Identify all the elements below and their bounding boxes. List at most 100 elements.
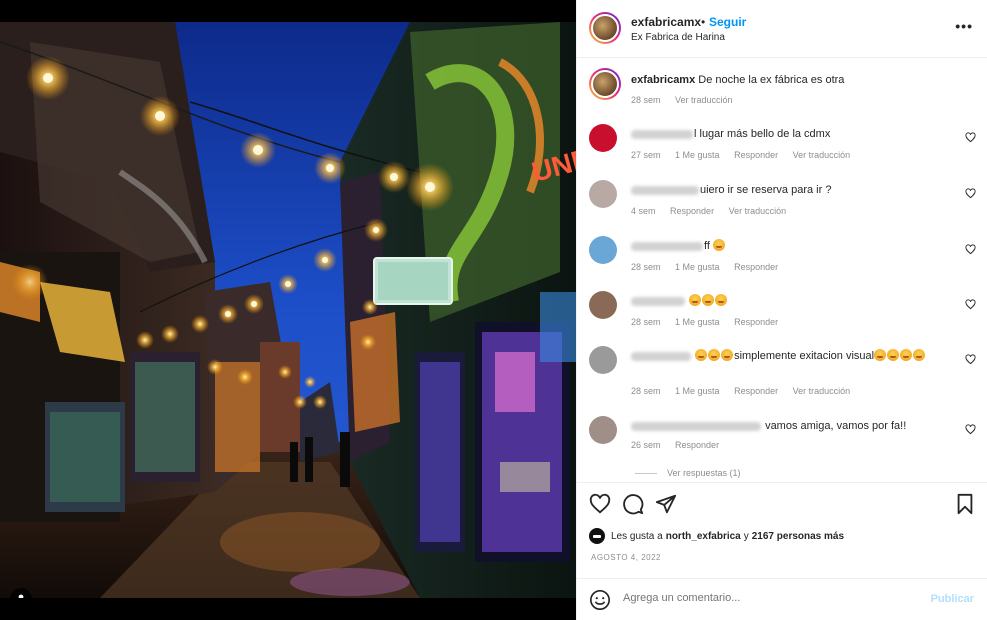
blurred-username[interactable] bbox=[631, 296, 685, 306]
caption-time: 28 sem bbox=[631, 95, 661, 105]
comment-reply-link[interactable]: Responder bbox=[734, 262, 778, 272]
follow-button[interactable]: Seguir bbox=[709, 15, 746, 29]
blurred-username[interactable] bbox=[631, 351, 691, 361]
comment-time: 28 sem bbox=[631, 317, 661, 327]
comment-meta: 28 sem 1 Me gusta Responder bbox=[631, 262, 790, 272]
post-photo[interactable]: UNEO bbox=[0, 22, 576, 598]
comment-text: ff bbox=[631, 239, 941, 254]
comment-text: uiero ir se reserva para ir ? bbox=[631, 183, 941, 198]
comment-time: 26 sem bbox=[631, 440, 661, 450]
commenter-avatar[interactable] bbox=[589, 236, 617, 264]
comment-body: simplemente exitacion visual bbox=[734, 350, 875, 362]
comment-meta: 26 sem Responder bbox=[631, 440, 731, 450]
comment-text: vamos amiga, vamos por fa!! bbox=[631, 419, 941, 434]
emoji-icon bbox=[887, 349, 900, 361]
emoji-icon bbox=[702, 294, 715, 306]
comment-reply-link[interactable]: Responder bbox=[734, 150, 778, 160]
author-avatar[interactable] bbox=[589, 12, 621, 44]
likes-others-link[interactable]: 2167 personas más bbox=[752, 531, 844, 542]
emoji-icon bbox=[712, 239, 725, 251]
comment-translate-link[interactable]: Ver traducción bbox=[729, 206, 787, 216]
comment-time: 27 sem bbox=[631, 150, 661, 160]
comments-list[interactable]: exfabricamx De noche la ex fábrica es ot… bbox=[577, 58, 987, 482]
instagram-post-modal: UNEO exfabricamx • Seguir Ex Fabrica de … bbox=[0, 0, 987, 620]
author-username[interactable]: exfabricamx bbox=[631, 15, 701, 29]
comment-body: vamos amiga, vamos por fa!! bbox=[765, 420, 907, 432]
post-date: AGOSTO 4, 2022 bbox=[591, 553, 661, 562]
comment-likes-link[interactable]: 1 Me gusta bbox=[675, 317, 720, 327]
emoji-icon bbox=[874, 349, 887, 361]
heart-icon[interactable] bbox=[589, 493, 611, 515]
comment-body: uiero ir se reserva para ir ? bbox=[700, 184, 832, 196]
emoji-icon bbox=[708, 349, 721, 361]
comment-translate-link[interactable]: Ver traducción bbox=[793, 386, 851, 396]
add-comment-bar: Publicar bbox=[577, 578, 987, 620]
caption-meta: 28 sem Ver traducción bbox=[631, 95, 745, 105]
comment-likes-link[interactable]: 1 Me gusta bbox=[675, 386, 720, 396]
caption-avatar[interactable] bbox=[589, 68, 621, 100]
comment-heart-icon[interactable] bbox=[965, 299, 976, 310]
caption-username[interactable]: exfabricamx bbox=[631, 74, 695, 86]
comment-time: 28 sem bbox=[631, 386, 661, 396]
emoji-icon bbox=[715, 294, 728, 306]
view-replies-link[interactable]: Ver respuestas (1) bbox=[635, 468, 741, 478]
comment-heart-icon[interactable] bbox=[965, 354, 976, 365]
blurred-username[interactable] bbox=[631, 241, 703, 251]
liker-username[interactable]: north_exfabrica bbox=[666, 531, 741, 542]
comment-body: l lugar más bello de la cdmx bbox=[694, 128, 831, 140]
bottom-letterbox bbox=[0, 598, 576, 620]
comment-likes-link[interactable]: 1 Me gusta bbox=[675, 150, 720, 160]
likes-summary: Les gusta a north_exfabrica y 2167 perso… bbox=[589, 527, 847, 545]
emoji-picker-icon[interactable] bbox=[589, 589, 611, 611]
comment-meta: 28 sem 1 Me gusta Responder bbox=[631, 317, 790, 327]
comment-meta: 4 sem Responder Ver traducción bbox=[631, 206, 798, 216]
comment-heart-icon[interactable] bbox=[965, 424, 976, 435]
comment-reply-link[interactable]: Responder bbox=[734, 317, 778, 327]
comment-heart-icon[interactable] bbox=[965, 244, 976, 255]
emoji-icon bbox=[900, 349, 913, 361]
comment-translate-link[interactable]: Ver traducción bbox=[793, 150, 851, 160]
comment-meta: 28 sem 1 Me gusta Responder Ver traducci… bbox=[631, 386, 862, 396]
comment-text bbox=[631, 294, 941, 309]
commenter-avatar[interactable] bbox=[589, 180, 617, 208]
comment-text: simplemente exitacion visual bbox=[631, 349, 941, 364]
post-header: exfabricamx • Seguir Ex Fabrica de Harin… bbox=[577, 0, 987, 58]
liker-avatar[interactable] bbox=[589, 528, 605, 544]
comment-time: 28 sem bbox=[631, 262, 661, 272]
comment-time: 4 sem bbox=[631, 206, 656, 216]
publish-button[interactable]: Publicar bbox=[931, 593, 974, 605]
emoji-icon bbox=[721, 349, 734, 361]
comment-icon[interactable] bbox=[622, 493, 644, 515]
location-link[interactable]: Ex Fabrica de Harina bbox=[631, 32, 725, 43]
bookmark-icon[interactable] bbox=[954, 493, 976, 515]
commenter-avatar[interactable] bbox=[589, 346, 617, 374]
post-side-panel: exfabricamx • Seguir Ex Fabrica de Harin… bbox=[576, 0, 987, 620]
emoji-icon bbox=[689, 294, 702, 306]
comment-text: l lugar más bello de la cdmx bbox=[631, 127, 941, 142]
share-icon[interactable] bbox=[655, 493, 677, 515]
comment-reply-link[interactable]: Responder bbox=[734, 386, 778, 396]
caption-translate-link[interactable]: Ver traducción bbox=[675, 95, 733, 105]
likes-prefix: Les gusta a bbox=[611, 530, 663, 542]
post-actions-bar bbox=[577, 482, 987, 526]
night-alley-image: UNEO bbox=[0, 22, 576, 598]
comment-reply-link[interactable]: Responder bbox=[675, 440, 719, 450]
comment-reply-link[interactable]: Responder bbox=[670, 206, 714, 216]
comment-input[interactable] bbox=[623, 592, 913, 604]
caption-body: De noche la ex fábrica es otra bbox=[698, 74, 845, 86]
blurred-username[interactable] bbox=[631, 129, 693, 139]
comment-body: ff bbox=[704, 240, 710, 252]
more-icon[interactable]: ••• bbox=[955, 18, 973, 34]
commenter-avatar[interactable] bbox=[589, 291, 617, 319]
comment-heart-icon[interactable] bbox=[965, 132, 976, 143]
commenter-avatar[interactable] bbox=[589, 416, 617, 444]
caption-text: exfabricamx De noche la ex fábrica es ot… bbox=[631, 73, 941, 88]
emoji-icon bbox=[695, 349, 708, 361]
blurred-username[interactable] bbox=[631, 185, 699, 195]
commenter-avatar[interactable] bbox=[589, 124, 617, 152]
comment-meta: 27 sem 1 Me gusta Responder Ver traducci… bbox=[631, 150, 862, 160]
top-letterbox bbox=[0, 0, 576, 22]
blurred-username[interactable] bbox=[631, 421, 761, 431]
comment-heart-icon[interactable] bbox=[965, 188, 976, 199]
comment-likes-link[interactable]: 1 Me gusta bbox=[675, 262, 720, 272]
